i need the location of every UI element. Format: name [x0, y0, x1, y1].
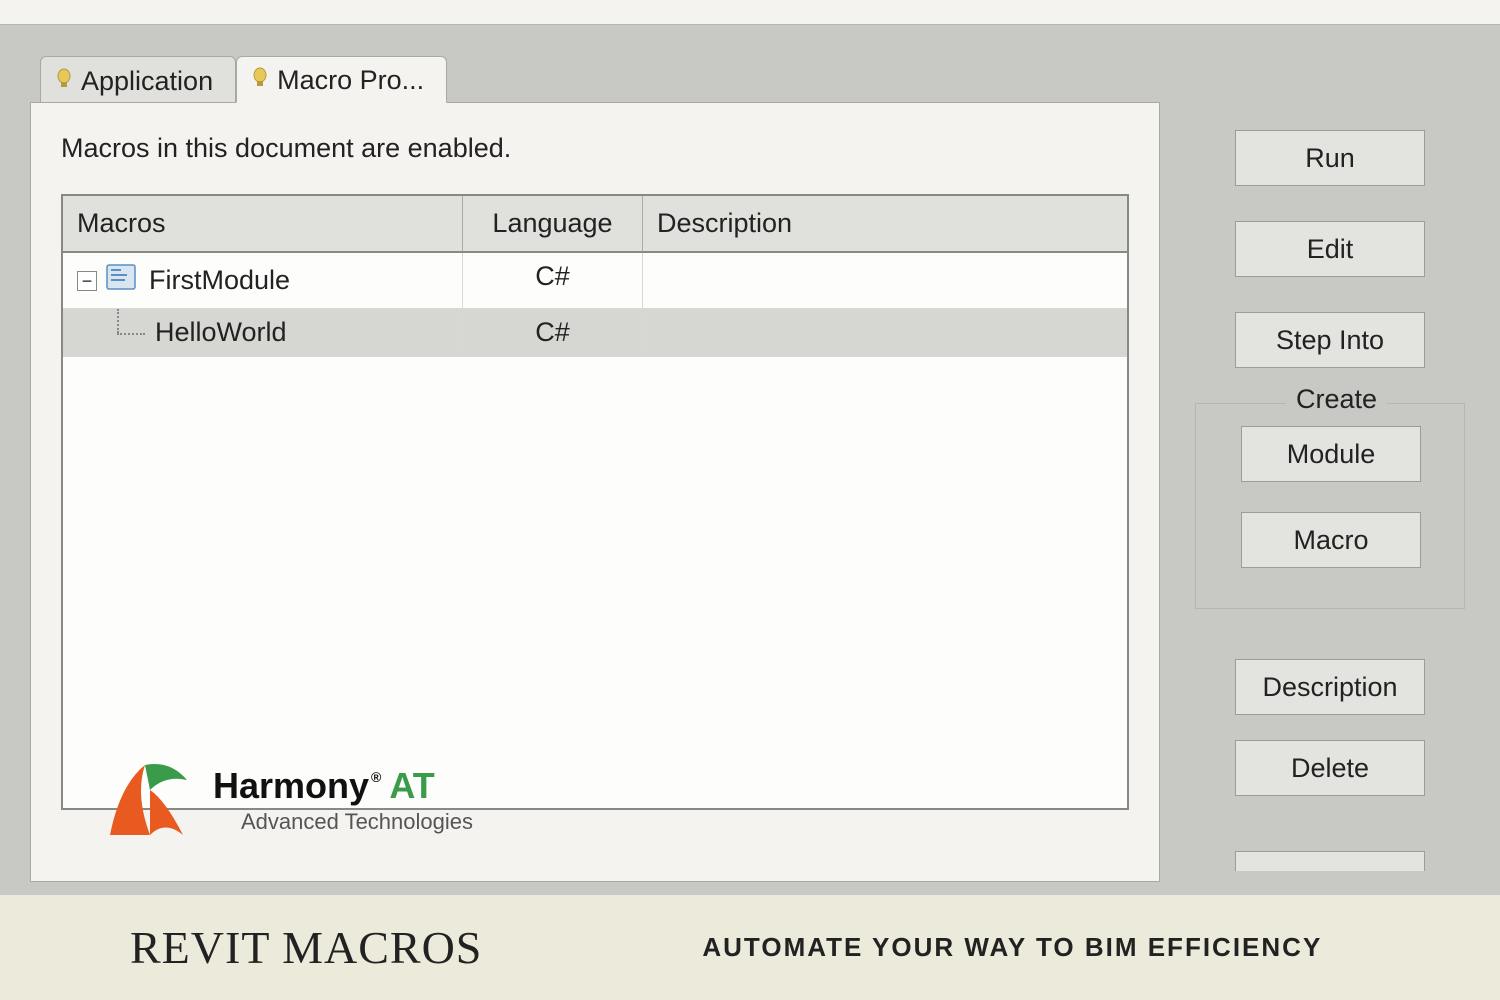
tab-strip: Application Macro Pro...: [40, 55, 1470, 102]
delete-button[interactable]: Delete: [1235, 740, 1425, 796]
tab-application[interactable]: Application: [40, 56, 236, 103]
footer-title: REVIT MACROS: [130, 921, 482, 974]
col-header-language[interactable]: Language: [463, 196, 643, 251]
create-module-button[interactable]: Module: [1241, 426, 1421, 482]
col-header-macros[interactable]: Macros: [63, 196, 463, 251]
table-row[interactable]: HelloWorld C#: [63, 309, 1127, 357]
tree-connector-icon: [107, 319, 147, 347]
macros-table: Macros Language Description − FirstModul…: [61, 194, 1129, 810]
partial-button[interactable]: [1235, 851, 1425, 871]
action-buttons-panel: Run Edit Step Into Create Module Macro D…: [1195, 130, 1475, 871]
table-body: − FirstModule C# HelloWorld C#: [63, 253, 1127, 808]
cell-language: C#: [463, 309, 643, 356]
module-name: FirstModule: [149, 265, 290, 296]
table-row[interactable]: − FirstModule C#: [63, 253, 1127, 309]
run-button[interactable]: Run: [1235, 130, 1425, 186]
table-header: Macros Language Description: [63, 196, 1127, 253]
edit-button[interactable]: Edit: [1235, 221, 1425, 277]
description-button[interactable]: Description: [1235, 659, 1425, 715]
step-into-button[interactable]: Step Into: [1235, 312, 1425, 368]
macros-status-text: Macros in this document are enabled.: [61, 133, 1129, 164]
create-group-label: Create: [1286, 384, 1387, 415]
module-icon: [105, 261, 141, 300]
logo-suffix: AT: [389, 765, 434, 807]
collapse-icon[interactable]: −: [77, 271, 97, 291]
create-macro-button[interactable]: Macro: [1241, 512, 1421, 568]
create-group: Create Module Macro: [1195, 403, 1465, 609]
tab-macro-project[interactable]: Macro Pro...: [236, 56, 447, 103]
footer-subtitle: AUTOMATE YOUR WAY TO BIM EFFICIENCY: [702, 932, 1322, 963]
macro-name: HelloWorld: [155, 317, 287, 348]
tab-label: Macro Pro...: [277, 65, 424, 96]
lightbulb-icon: [55, 66, 73, 97]
footer-banner: REVIT MACROS AUTOMATE YOUR WAY TO BIM EF…: [0, 895, 1500, 1000]
cell-language: C#: [463, 253, 643, 308]
harmony-logo-mark-icon: [95, 750, 195, 850]
cell-description: [643, 309, 1127, 356]
registered-icon: ®: [371, 769, 381, 785]
col-header-description[interactable]: Description: [643, 196, 1127, 251]
logo-brand-text: Harmony: [213, 765, 369, 807]
cell-description: [643, 253, 1127, 308]
tab-label: Application: [81, 66, 213, 97]
lightbulb-icon: [251, 65, 269, 96]
logo-tagline: Advanced Technologies: [241, 809, 473, 835]
harmony-logo: Harmony ® AT Advanced Technologies: [95, 750, 473, 850]
title-bar: [0, 0, 1500, 25]
